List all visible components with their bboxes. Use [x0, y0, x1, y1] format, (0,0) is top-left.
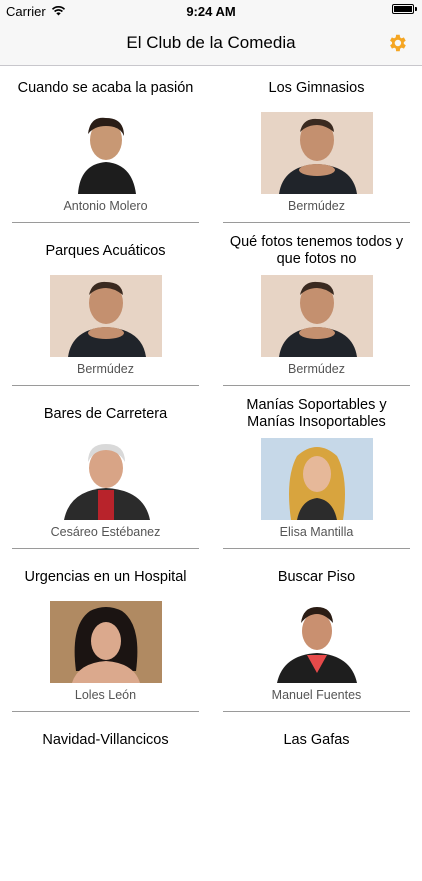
- comedian-name: Bermúdez: [288, 199, 345, 213]
- sketch-title: Navidad-Villancicos: [42, 732, 169, 748]
- sketch-cell[interactable]: Navidad-Villancicos: [0, 718, 211, 881]
- status-time: 9:24 AM: [186, 4, 236, 19]
- sketch-cell[interactable]: Qué fotos tenemos todos y que fotos no B…: [211, 229, 422, 392]
- divider: [12, 385, 199, 386]
- comedian-name: Manuel Fuentes: [271, 688, 362, 702]
- sketch-cell[interactable]: Parques Acuáticos Bermúdez: [0, 229, 211, 392]
- divider: [223, 711, 410, 712]
- comedian-photo: [49, 601, 162, 683]
- page-title: El Club de la Comedia: [126, 33, 296, 52]
- comedian-photo: [49, 438, 162, 520]
- sketch-grid: Cuando se acaba la pasión Antonio Molero…: [0, 66, 422, 750]
- divider: [12, 222, 199, 223]
- sketch-cell[interactable]: Los Gimnasios Bermúdez: [211, 66, 422, 229]
- divider: [12, 548, 199, 549]
- comedian-name: Bermúdez: [288, 362, 345, 376]
- divider: [223, 222, 410, 223]
- comedian-photo: [260, 601, 373, 683]
- comedian-photo: [49, 275, 162, 357]
- comedian-photo: [260, 112, 373, 194]
- gear-icon: [390, 34, 406, 52]
- comedian-name: Bermúdez: [77, 362, 134, 376]
- sketch-cell[interactable]: Buscar Piso Manuel Fuentes: [211, 555, 422, 718]
- comedian-name: Antonio Molero: [63, 199, 148, 213]
- comedian-name: Cesáreo Estébanez: [50, 525, 161, 539]
- sketch-cell[interactable]: Urgencias en un Hospital Loles León: [0, 555, 211, 718]
- divider: [223, 385, 410, 386]
- comedian-photo: [260, 275, 373, 357]
- navigation-bar: El Club de la Comedia: [0, 22, 422, 66]
- comedian-photo: [260, 438, 373, 520]
- sketch-title: Qué fotos tenemos todos y que fotos no: [229, 234, 404, 267]
- settings-button[interactable]: [386, 32, 408, 54]
- sketch-title: Las Gafas: [283, 732, 350, 748]
- battery-icon: [392, 4, 417, 14]
- comedian-name: Elisa Mantilla: [279, 525, 354, 539]
- divider: [223, 548, 410, 549]
- sketch-cell[interactable]: Las Gafas: [211, 718, 422, 881]
- battery-fill: [394, 6, 412, 12]
- status-bar: Carrier 9:24 AM: [0, 0, 422, 22]
- sketch-cell[interactable]: Bares de Carretera Cesáreo Estébanez: [0, 392, 211, 555]
- sketch-title: Manías Soportables y Manías Insoportable…: [246, 397, 387, 430]
- divider: [12, 711, 199, 712]
- status-right: [392, 4, 417, 14]
- comedian-photo: [49, 112, 162, 194]
- comedian-name: Loles León: [74, 688, 137, 702]
- sketch-cell[interactable]: Manías Soportables y Manías Insoportable…: [211, 392, 422, 555]
- sketch-cell[interactable]: Cuando se acaba la pasión Antonio Molero: [0, 66, 211, 229]
